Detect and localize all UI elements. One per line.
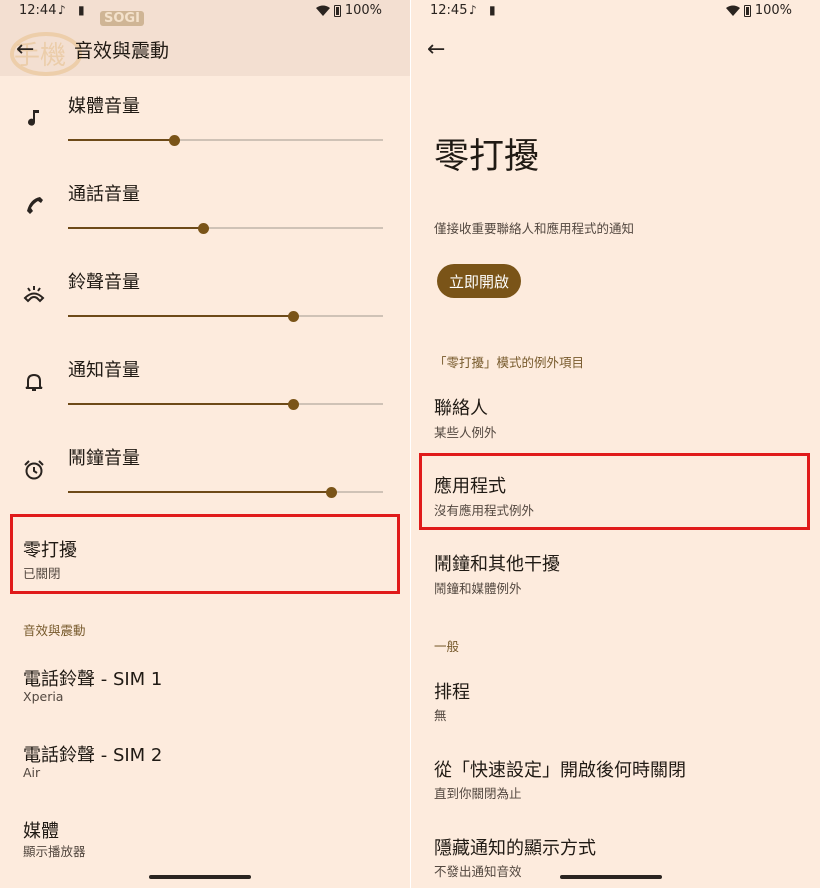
page-title: 音效與震動 xyxy=(74,40,170,62)
sim-notification-icon: ▮ xyxy=(489,3,496,17)
list-item-subtitle: 直到你關閉為止 xyxy=(434,786,522,801)
slider-fill xyxy=(68,403,294,405)
exceptions-header: 「零打擾」模式的例外項目 xyxy=(434,355,585,370)
volume-slider[interactable] xyxy=(68,487,383,498)
list-item-subtitle: 鬧鐘和媒體例外 xyxy=(434,581,522,596)
list-item[interactable]: 電話鈴聲 - SIM 1 Xperia xyxy=(0,652,410,722)
volume-slider[interactable] xyxy=(68,399,383,410)
volume-slider[interactable] xyxy=(68,223,383,234)
list-item-title: 電話鈴聲 - SIM 2 xyxy=(23,745,163,766)
list-item-title: 隱藏通知的顯示方式 xyxy=(434,838,596,859)
highlight-box xyxy=(10,514,400,594)
general-item-schedule[interactable]: 排程 無 xyxy=(411,668,820,738)
sound-vibration-screen: 12:44 ♪ ▮ 100% 手機 SOGI ← 音效與震動 媒體音量 通話音量鈴… xyxy=(0,0,410,888)
volume-label: 媒體音量 xyxy=(68,96,140,117)
gesture-nav-bar[interactable] xyxy=(149,875,251,879)
highlight-box xyxy=(419,453,810,530)
list-item-subtitle: 某些人例外 xyxy=(434,425,497,440)
slider-thumb[interactable] xyxy=(288,311,300,322)
section-header: 音效與震動 xyxy=(23,623,86,638)
battery-icon xyxy=(333,4,341,17)
list-item-title: 媒體 xyxy=(23,821,59,842)
volume-label: 通話音量 xyxy=(68,184,140,205)
volume-row: 通知音量 xyxy=(0,348,410,436)
turn-on-now-button[interactable]: 立即開啟 xyxy=(437,264,521,298)
volume-row: 通話音量 xyxy=(0,172,410,260)
list-item-title: 從「快速設定」開啟後何時關閉 xyxy=(434,760,686,781)
volume-row: 媒體音量 xyxy=(0,84,410,172)
volume-label: 鈴聲音量 xyxy=(68,272,140,293)
slider-thumb[interactable] xyxy=(168,135,180,146)
list-item-subtitle: Air xyxy=(23,765,41,780)
alarm-clock-icon xyxy=(22,458,46,482)
volume-label: 通知音量 xyxy=(68,360,140,381)
slider-thumb[interactable] xyxy=(288,399,300,410)
general-header: 一般 xyxy=(434,639,460,654)
ringer-icon xyxy=(22,282,46,306)
slider-thumb[interactable] xyxy=(326,487,338,498)
battery-level: 100% xyxy=(754,3,792,18)
slider-fill xyxy=(68,227,204,229)
status-bar: 12:45 ♪ ▮ 100% xyxy=(411,0,820,22)
status-right: 100% xyxy=(725,3,792,18)
back-arrow-icon[interactable]: ← xyxy=(16,37,34,62)
exception-item-alarms[interactable]: 鬧鐘和其他干擾 鬧鐘和媒體例外 xyxy=(411,540,820,610)
status-right: 100% xyxy=(315,3,382,18)
watermark-sogi: SOGI xyxy=(100,11,144,26)
music-notification-icon: ♪ xyxy=(58,3,66,17)
general-item-quick-settings-duration[interactable]: 從「快速設定」開啟後何時關閉 直到你關閉為止 xyxy=(411,746,820,816)
slider-fill xyxy=(68,139,174,141)
wifi-icon xyxy=(725,5,740,16)
status-time: 12:45 xyxy=(430,3,468,18)
page-title: 零打擾 xyxy=(434,137,540,177)
battery-level: 100% xyxy=(344,3,382,18)
list-item-title: 聯絡人 xyxy=(434,398,488,419)
battery-icon xyxy=(743,4,751,17)
list-item-subtitle: 無 xyxy=(434,708,447,723)
sim-notification-icon: ▮ xyxy=(78,3,85,17)
wifi-icon xyxy=(315,5,330,16)
volume-row: 鈴聲音量 xyxy=(0,260,410,348)
slider-thumb[interactable] xyxy=(198,223,210,234)
slider-fill xyxy=(68,491,332,493)
volume-slider[interactable] xyxy=(68,135,383,146)
do-not-disturb-screen: 12:45 ♪ ▮ 100% ← 零打擾 僅接收重要聯絡人和應用程式的通知 立即… xyxy=(410,0,820,888)
list-item-title: 排程 xyxy=(434,682,470,703)
status-time: 12:44 xyxy=(19,3,57,18)
list-item-title: 電話鈴聲 - SIM 1 xyxy=(23,669,163,690)
exception-item-contacts[interactable]: 聯絡人 某些人例外 xyxy=(411,384,820,454)
volume-row: 鬧鐘音量 xyxy=(0,436,410,524)
list-item[interactable]: 媒體 顯示播放器 xyxy=(0,804,410,874)
page-description: 僅接收重要聯絡人和應用程式的通知 xyxy=(434,221,635,236)
list-item[interactable]: 電話鈴聲 - SIM 2 Air xyxy=(0,728,410,798)
status-bar: 12:44 ♪ ▮ 100% xyxy=(0,0,410,22)
bell-icon xyxy=(22,370,46,394)
music-notification-icon: ♪ xyxy=(469,3,477,17)
list-item-subtitle: 不發出通知音效 xyxy=(434,864,522,879)
phone-icon xyxy=(22,194,46,218)
list-item-title: 鬧鐘和其他干擾 xyxy=(434,554,560,575)
volume-label: 鬧鐘音量 xyxy=(68,448,140,469)
list-item-subtitle: Xperia xyxy=(23,689,64,704)
back-arrow-icon[interactable]: ← xyxy=(427,37,445,62)
music-note-icon xyxy=(22,106,46,130)
list-item-subtitle: 顯示播放器 xyxy=(23,844,86,859)
gesture-nav-bar[interactable] xyxy=(560,875,662,879)
volume-slider[interactable] xyxy=(68,311,383,322)
slider-fill xyxy=(68,315,294,317)
